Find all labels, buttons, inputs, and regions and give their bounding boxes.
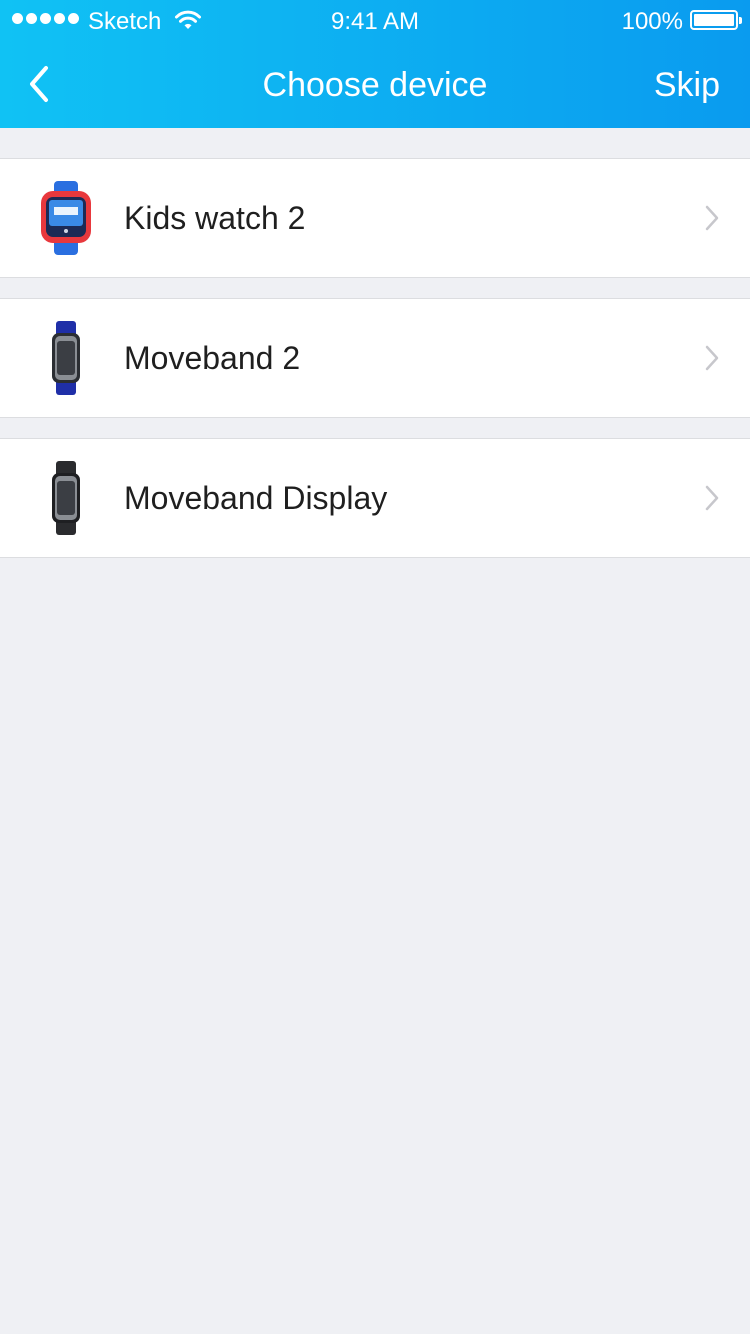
status-bar: Sketch 9:41 AM 100%: [0, 0, 750, 40]
device-label: Moveband 2: [124, 340, 301, 376]
device-label: Kids watch 2: [124, 200, 306, 236]
chevron-right-icon: [705, 485, 719, 511]
moveband-black-icon: [52, 461, 80, 535]
moveband-blue-icon: [52, 321, 80, 395]
chevron-right-icon: [705, 345, 719, 371]
device-label: Moveband Display: [124, 480, 388, 516]
header-bar: Sketch 9:41 AM 100% Choose device Skip: [0, 0, 750, 128]
page-title: Choose device: [262, 66, 488, 104]
device-row-moveband-display[interactable]: Moveband Display: [0, 438, 750, 558]
battery-percent: 100%: [621, 8, 683, 35]
kids-watch-icon: [41, 181, 91, 255]
device-row-kids-watch-2[interactable]: Kids watch 2: [0, 158, 750, 278]
battery-icon: [690, 10, 742, 30]
chevron-right-icon: [705, 205, 719, 231]
device-list: Kids watch 2 Moveband 2 Moveband Display: [0, 158, 750, 578]
device-row-moveband-2[interactable]: Moveband 2: [0, 298, 750, 418]
skip-button[interactable]: Skip: [654, 66, 720, 105]
